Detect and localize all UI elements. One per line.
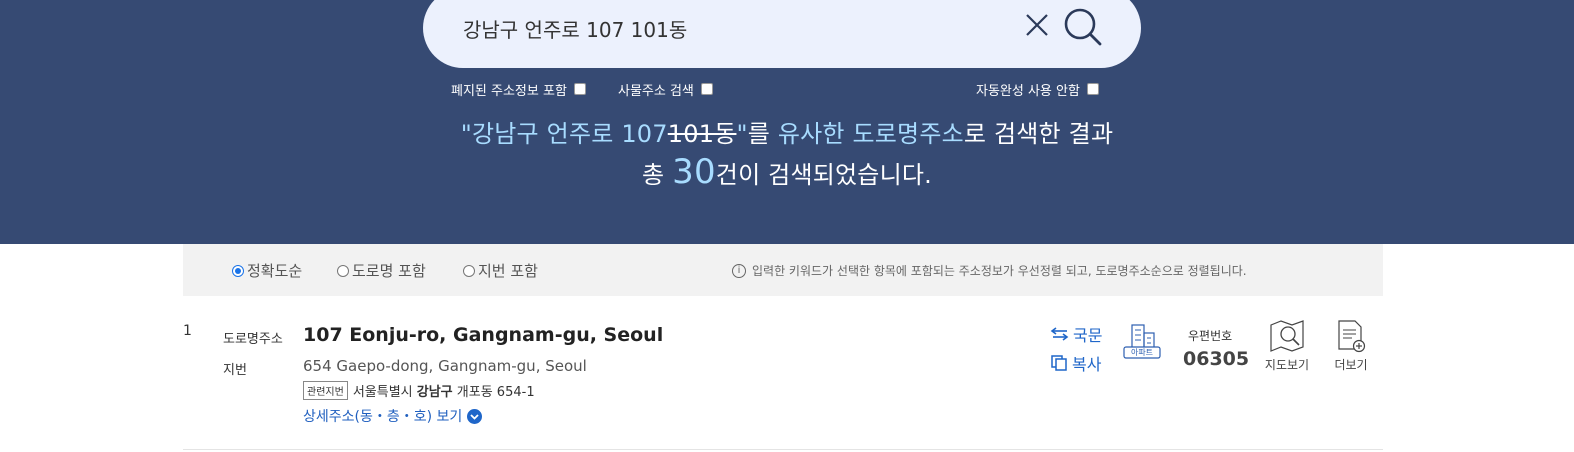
- road-address-label: 도로명주소: [223, 332, 283, 347]
- sort-jibun-radio[interactable]: 지번 포함: [463, 260, 538, 281]
- korean-address-link[interactable]: 국문: [1050, 322, 1102, 346]
- swap-icon: [1050, 327, 1069, 341]
- sort-road-radio[interactable]: 도로명 포함: [337, 260, 426, 281]
- result-row: 1 도로명주소 107 Eonju-ro, Gangnam-gu, Seoul …: [183, 296, 1383, 450]
- building-badge-label: 아파트: [1130, 348, 1154, 357]
- document-plus-icon: [1338, 320, 1366, 353]
- quote-open: ": [460, 120, 472, 148]
- map-search-icon: [1270, 320, 1304, 352]
- map-view-label: 지도보기: [1264, 358, 1310, 372]
- more-button[interactable]: 더보기: [1329, 319, 1373, 373]
- result-message-line2: 총 30건이 검색되었습니다.: [0, 152, 1574, 192]
- quote-close: ": [736, 120, 748, 148]
- related-rest: 개포동 654-1: [456, 385, 535, 400]
- search-icon: [1064, 8, 1102, 46]
- info-icon: i: [732, 263, 746, 278]
- search-hero: 폐지된 주소정보 포함 사물주소 검색 자동완성 사용 안함 "강남구 언주로 …: [0, 0, 1574, 244]
- sort-info: i 입력한 키워드가 선택한 항목에 포함되는 주소정보가 우선정렬 되고, 도…: [732, 262, 1247, 279]
- search-box: [423, 0, 1141, 68]
- no-autocomplete-checkbox[interactable]: [1086, 83, 1099, 95]
- related-gu: 강남구: [416, 385, 453, 400]
- search-button[interactable]: [1062, 6, 1104, 48]
- more-label: 더보기: [1334, 358, 1368, 372]
- include-abolished-label: 폐지된 주소정보 포함: [451, 83, 567, 99]
- map-view-button[interactable]: 지도보기: [1257, 319, 1317, 373]
- related-jibun-tag: 관련지번: [303, 381, 348, 400]
- jibun-address: 654 Gaepo-dong, Gangnam-gu, Seoul: [303, 357, 587, 375]
- chevron-down-icon: [467, 408, 483, 424]
- things-search-checkbox[interactable]: [700, 83, 713, 95]
- sort-jibun-label: 지번 포함: [478, 262, 538, 280]
- total-prefix: 총: [642, 161, 673, 189]
- sort-accuracy-label: 정확도순: [247, 262, 303, 280]
- result-message-line1: "강남구 언주로 107101동"를 유사한 도로명주소로 검색한 결과: [0, 114, 1574, 149]
- sort-accuracy-radio[interactable]: 정확도순: [232, 260, 302, 281]
- search-input[interactable]: [463, 12, 1003, 44]
- copy-link[interactable]: 복사: [1050, 351, 1101, 375]
- similar-road-text: 유사한 도로명주소: [777, 120, 964, 148]
- radio-selected-icon: [232, 264, 244, 277]
- struck-keyword: 101동: [667, 120, 737, 148]
- korean-address-label: 국문: [1073, 326, 1103, 345]
- road-address: 107 Eonju-ro, Gangnam-gu, Seoul: [303, 324, 664, 346]
- result-count: 30: [672, 152, 716, 192]
- jibun-label: 지번: [223, 363, 247, 378]
- sort-info-text: 입력한 키워드가 선택한 항목에 포함되는 주소정보가 우선정렬 되고, 도로명…: [752, 264, 1247, 278]
- detail-address-link[interactable]: 상세주소(동・층・호) 보기: [303, 406, 483, 426]
- close-icon: [1026, 14, 1048, 36]
- result-rest-text: 로 검색한 결과: [963, 120, 1114, 148]
- radio-icon: [463, 264, 475, 277]
- sort-bar: 정확도순 도로명 포함 지번 포함 i 입력한 키워드가 선택한 항목에 포함되…: [183, 244, 1383, 296]
- result-index: 1: [183, 323, 192, 339]
- include-abolished-option[interactable]: 폐지된 주소정보 포함: [451, 79, 586, 99]
- detail-address-label: 상세주소(동・층・호) 보기: [303, 409, 463, 425]
- total-suffix: 건이 검색되었습니다.: [715, 161, 932, 189]
- related-jibun: 관련지번 서울특별시 강남구 개포동 654-1: [303, 381, 535, 400]
- things-search-option[interactable]: 사물주소 검색: [618, 79, 713, 99]
- zip-code-label: 우편번호: [1188, 329, 1233, 343]
- zip-code: 06305: [1183, 348, 1250, 370]
- radio-icon: [337, 264, 349, 277]
- particle-text: 를: [747, 120, 778, 148]
- building-badge: 아파트: [1122, 323, 1162, 364]
- copy-label: 복사: [1072, 355, 1102, 374]
- clear-button[interactable]: [1024, 12, 1050, 38]
- no-autocomplete-option[interactable]: 자동완성 사용 안함: [976, 79, 1099, 99]
- sort-road-label: 도로명 포함: [352, 262, 426, 280]
- no-autocomplete-label: 자동완성 사용 안함: [976, 83, 1080, 99]
- search-keyword: 강남구 언주로 107: [472, 120, 668, 148]
- include-abolished-checkbox[interactable]: [573, 83, 586, 95]
- copy-icon: [1051, 355, 1067, 371]
- related-city: 서울특별시: [352, 385, 413, 400]
- things-search-label: 사물주소 검색: [618, 83, 694, 99]
